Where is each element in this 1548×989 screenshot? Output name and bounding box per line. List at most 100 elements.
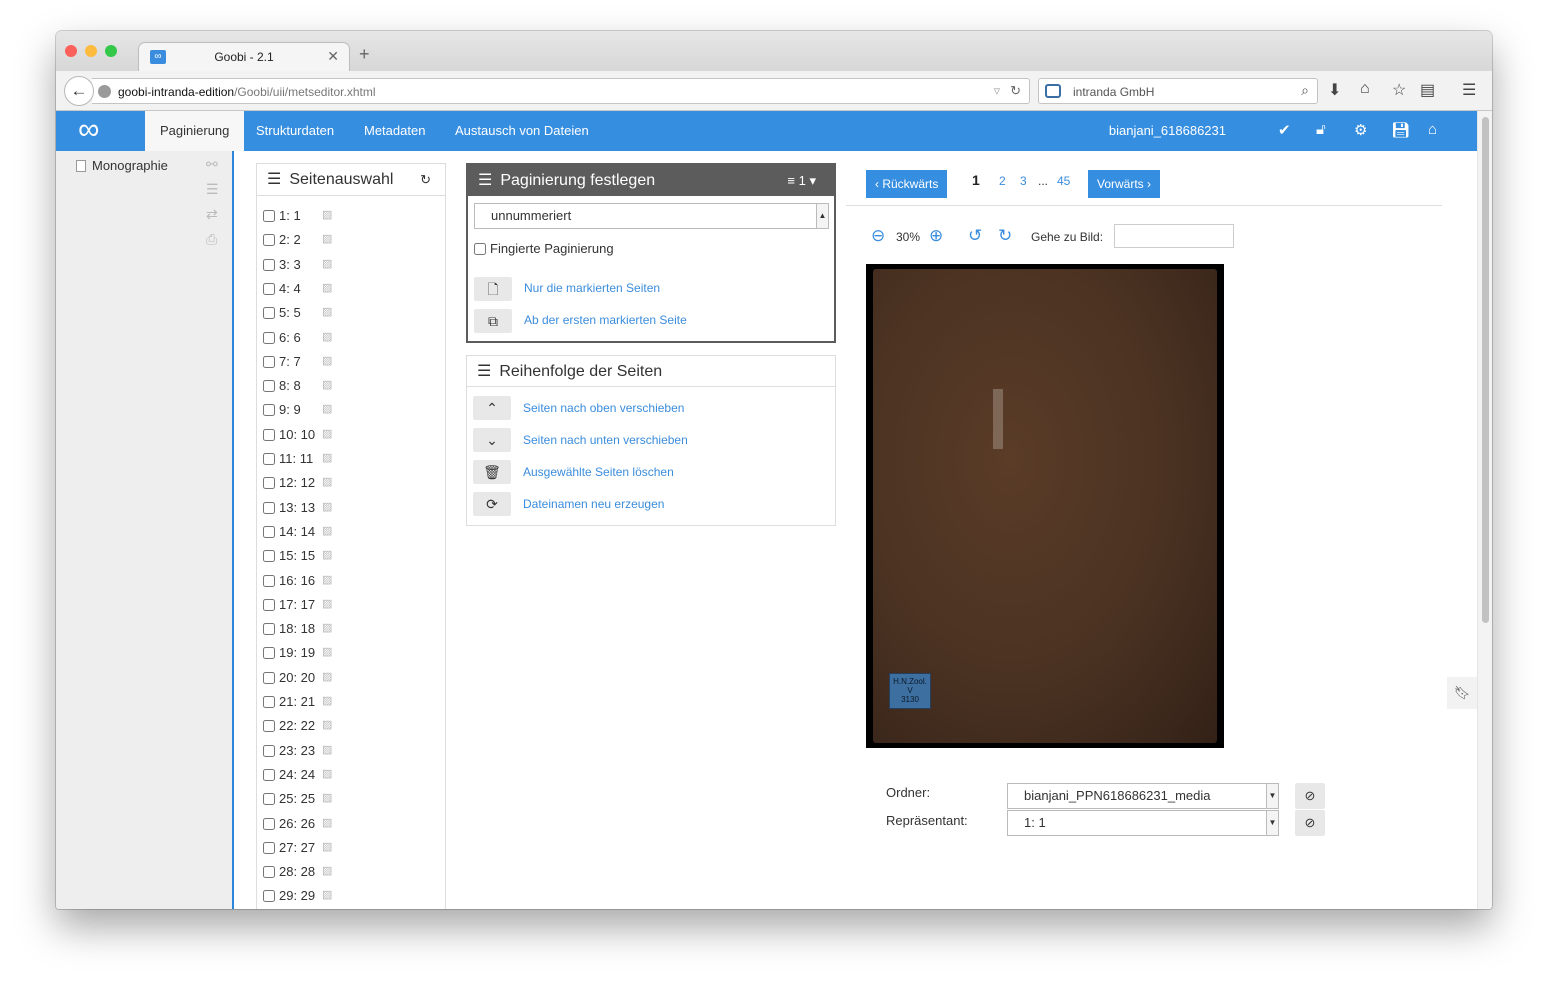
image-icon[interactable]: ▨ bbox=[322, 573, 332, 586]
minimize-window-button[interactable] bbox=[85, 45, 97, 57]
image-icon[interactable]: ▨ bbox=[322, 305, 332, 318]
chevron-up-icon[interactable]: ⌃ bbox=[473, 396, 511, 420]
page-checkbox[interactable] bbox=[263, 282, 275, 295]
page-checkbox[interactable] bbox=[263, 744, 275, 757]
page-checkbox[interactable] bbox=[263, 258, 275, 271]
page-scrollbar[interactable] bbox=[1477, 111, 1492, 909]
forward-page-button[interactable]: Vorwärts › bbox=[1088, 170, 1161, 198]
dropdown-icon[interactable]: ▿ bbox=[994, 83, 1001, 98]
zoom-in-icon[interactable]: ⊕ bbox=[929, 226, 943, 246]
gear-icon[interactable]: ⚙ bbox=[1354, 121, 1367, 139]
image-icon[interactable]: ▨ bbox=[322, 524, 332, 537]
page-checkbox[interactable] bbox=[263, 428, 275, 441]
menu-icon[interactable]: ☰ bbox=[1462, 80, 1476, 100]
save-icon[interactable]: 💾︎ bbox=[1391, 121, 1410, 139]
page-checkbox[interactable] bbox=[263, 307, 275, 320]
page-link-45[interactable]: 45 bbox=[1057, 174, 1070, 188]
tab-strukturdaten[interactable]: Strukturdaten bbox=[241, 111, 349, 151]
image-icon[interactable]: ▨ bbox=[322, 330, 332, 343]
rotate-left-icon[interactable]: ↺ bbox=[968, 226, 982, 246]
list-icon[interactable]: ☰ bbox=[206, 181, 219, 198]
regenerate-icon[interactable]: ⟳ bbox=[473, 492, 511, 516]
download-icon[interactable]: ⬇ bbox=[1328, 80, 1341, 100]
browser-tab[interactable]: ∞ Goobi - 2.1 ✕ bbox=[138, 42, 350, 72]
tab-metadaten[interactable]: Metadaten bbox=[349, 111, 440, 151]
count-dropdown[interactable]: ≡ 1 ▾ bbox=[787, 165, 816, 196]
image-icon[interactable]: ▨ bbox=[322, 402, 332, 415]
regenerate-filenames-link[interactable]: Dateinamen neu erzeugen bbox=[523, 497, 664, 511]
image-icon[interactable]: ▨ bbox=[322, 743, 332, 756]
image-icon[interactable]: ▨ bbox=[322, 718, 332, 731]
chevron-down-icon[interactable]: ⌄ bbox=[473, 428, 511, 452]
bookmark-star-icon[interactable]: ☆ bbox=[1392, 80, 1406, 100]
tab-paginierung[interactable]: Paginierung bbox=[145, 111, 245, 151]
from-first-marked-page-link[interactable]: Ab der ersten markierten Seite bbox=[524, 313, 687, 327]
page-checkbox[interactable] bbox=[263, 574, 275, 587]
zoom-out-icon[interactable]: ⊖ bbox=[871, 226, 885, 246]
move-down-link[interactable]: Seiten nach unten verschieben bbox=[523, 433, 688, 447]
page-checkbox[interactable] bbox=[263, 550, 275, 563]
image-icon[interactable]: ▨ bbox=[322, 281, 332, 294]
image-icon[interactable]: ▨ bbox=[322, 597, 332, 610]
page-image[interactable]: H.N.Zool. V 3130 bbox=[866, 264, 1224, 748]
image-icon[interactable]: ▨ bbox=[322, 427, 332, 440]
page-checkbox[interactable] bbox=[263, 404, 275, 417]
page-checkbox[interactable] bbox=[263, 234, 275, 247]
goobi-logo[interactable]: ∞ bbox=[78, 115, 99, 145]
page-checkbox[interactable] bbox=[263, 210, 275, 222]
scrollbar-thumb[interactable] bbox=[1482, 117, 1489, 623]
page-checkbox[interactable] bbox=[263, 453, 275, 465]
zoom-window-button[interactable] bbox=[105, 45, 117, 57]
image-icon[interactable]: ▨ bbox=[322, 451, 332, 464]
image-icon[interactable]: ▨ bbox=[322, 670, 332, 683]
page-link-3[interactable]: 3 bbox=[1020, 174, 1027, 188]
check-icon[interactable]: ✔ bbox=[1278, 121, 1291, 139]
paginierung-type-select[interactable]: unnummeriert ▲ bbox=[474, 203, 829, 229]
page-checkbox[interactable] bbox=[263, 647, 275, 660]
page-checkbox[interactable] bbox=[263, 720, 275, 733]
only-marked-pages-link[interactable]: Nur die markierten Seiten bbox=[524, 281, 660, 295]
image-icon[interactable]: ▨ bbox=[322, 257, 332, 270]
image-icon[interactable]: ▨ bbox=[322, 475, 332, 488]
home-icon[interactable]: ⌂ bbox=[1428, 121, 1437, 138]
page-checkbox[interactable] bbox=[263, 696, 275, 708]
page-checkbox[interactable] bbox=[263, 817, 275, 830]
image-icon[interactable]: ▨ bbox=[322, 694, 332, 707]
back-button[interactable]: ← bbox=[64, 76, 94, 106]
url-field[interactable]: goobi-intranda-edition/Goobi/uii/metsedi… bbox=[92, 78, 1030, 104]
rotate-right-icon[interactable]: ↻ bbox=[998, 226, 1012, 246]
search-engine-icon[interactable] bbox=[1045, 84, 1061, 98]
page-checkbox[interactable] bbox=[263, 525, 275, 538]
page-checkbox[interactable] bbox=[263, 598, 275, 611]
page-checkbox[interactable] bbox=[263, 671, 275, 684]
page-checkbox[interactable] bbox=[263, 793, 275, 806]
image-icon[interactable]: ▨ bbox=[322, 888, 332, 901]
repraesentant-select[interactable]: 1: 1 ▼ bbox=[1007, 810, 1279, 836]
image-icon[interactable]: ▨ bbox=[322, 378, 332, 391]
structure-root[interactable]: Monographie bbox=[76, 158, 168, 173]
page-checkbox[interactable] bbox=[263, 355, 275, 368]
copy-pages-icon[interactable]: ⧉ bbox=[474, 309, 512, 333]
reload-icon[interactable]: ↻ bbox=[1010, 83, 1021, 98]
image-icon[interactable]: ▨ bbox=[322, 354, 332, 367]
image-icon[interactable]: ▨ bbox=[322, 548, 332, 561]
close-tab-icon[interactable]: ✕ bbox=[327, 48, 339, 65]
new-tab-icon[interactable]: + bbox=[359, 44, 370, 65]
page-icon[interactable]: 🗋︎ bbox=[474, 277, 512, 301]
image-icon[interactable]: ▨ bbox=[322, 645, 332, 658]
home-browser-icon[interactable]: ⌂ bbox=[1360, 80, 1370, 98]
image-icon[interactable]: ▨ bbox=[322, 816, 332, 829]
page-checkbox[interactable] bbox=[263, 501, 275, 514]
image-icon[interactable]: ▨ bbox=[322, 767, 332, 780]
search-icon[interactable]: ⌕ bbox=[1301, 82, 1309, 99]
image-icon[interactable]: ▨ bbox=[322, 621, 332, 634]
page-checkbox[interactable] bbox=[263, 768, 275, 781]
trash-icon[interactable]: 🗑︎ bbox=[473, 460, 511, 484]
image-icon[interactable]: ▨ bbox=[322, 208, 332, 221]
page-link-2[interactable]: 2 bbox=[999, 174, 1006, 188]
page-checkbox[interactable] bbox=[263, 866, 275, 879]
exchange-icon[interactable]: ⇄ bbox=[206, 206, 218, 223]
delete-pages-link[interactable]: Ausgewählte Seiten löschen bbox=[523, 465, 674, 479]
ordner-select[interactable]: bianjani_PPN618686231_media ▼ bbox=[1007, 783, 1279, 809]
unlink-icon[interactable]: ⚯ bbox=[206, 156, 218, 173]
